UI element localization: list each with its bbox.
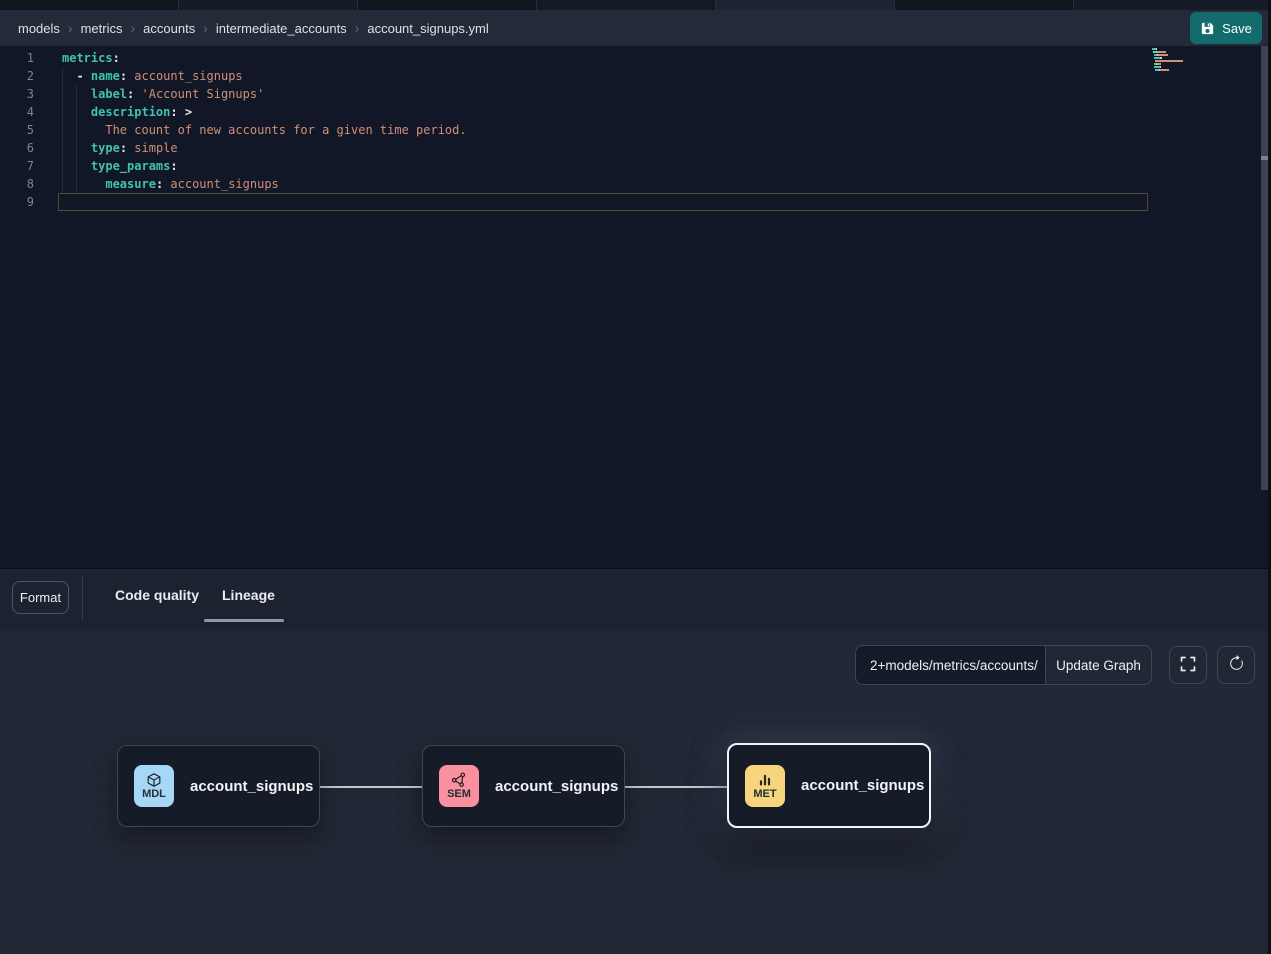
badge-label: MDL [142,789,166,800]
node-label: account_signups [801,777,924,794]
breadcrumb-separator: › [130,21,135,35]
line-number: 7 [0,157,44,175]
line-number: 1 [0,49,44,67]
code-line[interactable]: 5 The count of new accounts for a given … [0,121,1260,139]
badge-label: SEM [447,789,471,800]
editor-tab[interactable] [895,0,1074,10]
editor-tab[interactable] [537,0,716,10]
top-tab-strip [0,0,1271,10]
editor-tab[interactable] [179,0,358,10]
editor-tab[interactable] [1074,0,1271,10]
save-label: Save [1222,21,1252,36]
node-label: account_signups [495,778,618,795]
line-number: 2 [0,67,44,85]
editor-scrollbar[interactable] [1261,46,1268,490]
editor-tab[interactable] [358,0,537,10]
line-number: 5 [0,121,44,139]
divider [82,576,83,620]
line-number: 9 [0,193,44,211]
bottom-panel: Format Code quality Lineage Update Graph [0,569,1271,954]
update-graph-button[interactable]: Update Graph [1045,645,1152,685]
tab-lineage[interactable]: Lineage [222,587,275,603]
line-content: type_params: [62,157,178,175]
minimap-line [1152,66,1210,68]
model-badge: MDL [134,765,174,807]
line-content: The count of new accounts for a given ti… [62,121,467,139]
lineage-edge [625,786,727,788]
minimap-line [1152,54,1210,56]
minimap-line [1152,63,1210,65]
line-content: type: simple [62,139,178,157]
breadcrumb-separator: › [355,21,360,35]
breadcrumb-separator: › [203,21,208,35]
line-number: 6 [0,139,44,157]
lineage-node-model[interactable]: MDL account_signups [117,745,320,827]
code-lines: 1metrics:2 - name: account_signups3 labe… [0,49,1260,211]
code-line[interactable]: 7 type_params: [0,157,1260,175]
save-icon [1200,21,1215,36]
code-line[interactable]: 6 type: simple [0,139,1260,157]
metric-badge: MET [745,765,785,807]
model-selector-input[interactable] [855,645,1046,685]
breadcrumb-item[interactable]: intermediate_accounts [216,21,347,36]
refresh-button[interactable] [1217,646,1255,684]
share-network-icon [451,772,467,788]
minimap-line [1152,48,1210,50]
minimap[interactable] [1152,48,1210,74]
breadcrumb-item[interactable]: account_signups.yml [367,21,488,36]
code-line[interactable]: 2 - name: account_signups [0,67,1260,85]
line-content: metrics: [62,49,120,67]
fullscreen-button[interactable] [1169,646,1207,684]
active-tab-underline [204,619,284,622]
line-content: measure: account_signups [62,175,279,193]
breadcrumb-item[interactable]: accounts [143,21,195,36]
line-content: - name: account_signups [62,67,243,85]
save-button[interactable]: Save [1190,12,1262,44]
scrollbar-marker [1261,156,1268,160]
lineage-node-semantic-model[interactable]: SEM account_signups [422,745,625,827]
ide-window: models › metrics › accounts › intermediate_acc… [0,0,1271,954]
code-line[interactable]: 9 [0,193,1260,211]
code-line[interactable]: 4 description: > [0,103,1260,121]
line-number: 4 [0,103,44,121]
panel-header: Format Code quality Lineage [0,569,1271,631]
editor-tab[interactable] [0,0,179,10]
line-content: label: 'Account Signups' [62,85,264,103]
code-editor[interactable]: 1metrics:2 - name: account_signups3 labe… [0,46,1271,568]
semantic-model-badge: SEM [439,765,479,807]
minimap-line [1152,69,1210,71]
format-button[interactable]: Format [12,581,69,614]
cube-icon [146,772,162,788]
breadcrumb-item[interactable]: models [18,21,60,36]
minimap-line [1152,57,1210,59]
code-line[interactable]: 3 label: 'Account Signups' [0,85,1260,103]
tab-code-quality[interactable]: Code quality [115,587,199,603]
breadcrumb: models › metrics › accounts › intermediate_acc… [18,10,489,46]
line-number: 3 [0,85,44,103]
minimap-line [1152,51,1210,53]
code-line[interactable]: 1 metrics: [0,49,1260,67]
refresh-icon [1228,655,1245,675]
lineage-edge [320,786,422,788]
line-content: description: > [62,103,192,121]
line-number: 8 [0,175,44,193]
fullscreen-icon [1179,655,1197,676]
breadcrumb-item[interactable]: metrics [81,21,123,36]
file-header-bar: models › metrics › accounts › intermediate_acc… [0,10,1271,46]
lineage-canvas[interactable]: Update Graph [0,631,1271,954]
node-label: account_signups [190,778,313,795]
editor-tab[interactable] [716,0,895,10]
badge-label: MET [753,789,776,800]
minimap-line [1152,60,1210,62]
bar-chart-icon [757,772,773,788]
code-line[interactable]: 8 measure: account_signups [0,175,1260,193]
lineage-node-metric[interactable]: MET account_signups [727,743,931,828]
minimap-line [1152,72,1210,74]
breadcrumb-separator: › [68,21,73,35]
